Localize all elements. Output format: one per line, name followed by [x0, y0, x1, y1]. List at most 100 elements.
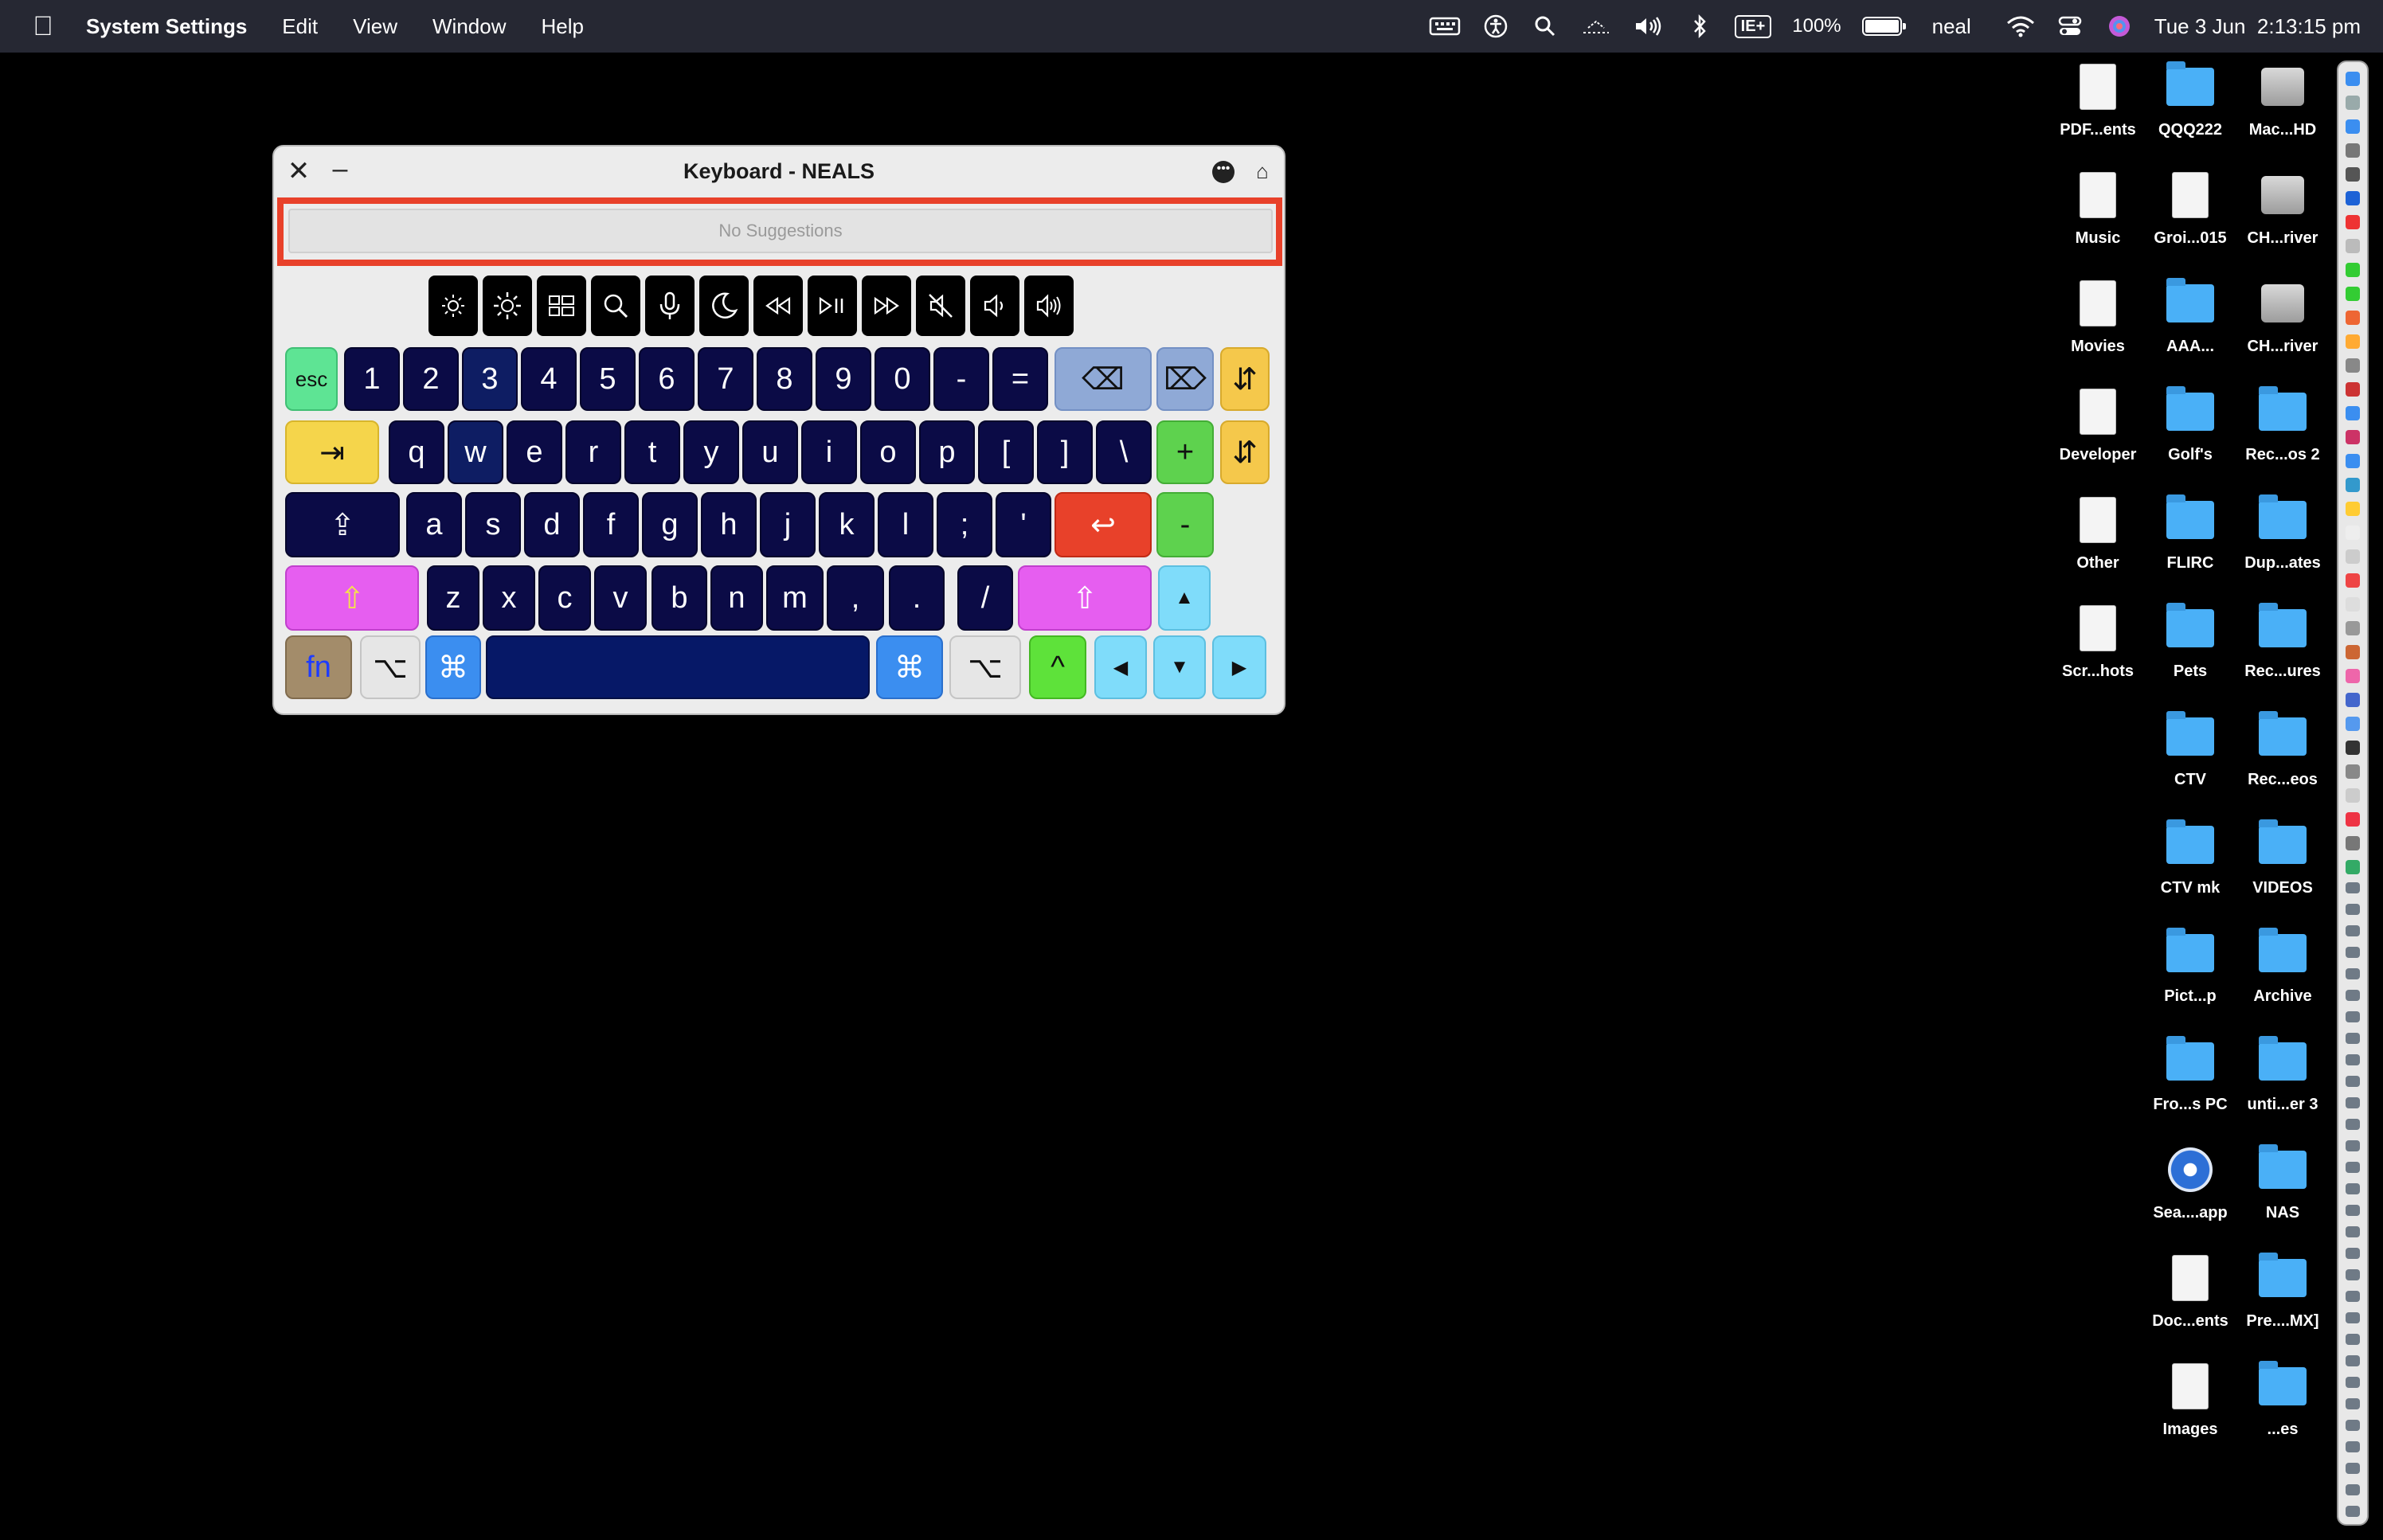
key-arrow-right[interactable]: ▶	[1212, 635, 1266, 699]
volume-up-icon[interactable]	[1024, 276, 1074, 336]
desktop-icon[interactable]: Dup...ates	[2235, 494, 2330, 573]
desktop-icon[interactable]: Other	[2050, 497, 2146, 573]
key-right-shift[interactable]: ⇧	[1018, 565, 1152, 631]
dock-item-icon[interactable]	[2346, 1054, 2360, 1065]
key-fn[interactable]: fn	[285, 635, 352, 699]
key-4[interactable]: 4	[521, 347, 577, 411]
key-space[interactable]	[486, 635, 870, 699]
mute-icon[interactable]	[916, 276, 965, 336]
key-minus[interactable]: -	[933, 347, 989, 411]
desktop-icon[interactable]: Golf's	[2142, 386, 2238, 464]
dock-item-icon[interactable]	[2346, 1377, 2360, 1388]
key-drag-handle-1[interactable]: ⇵	[1220, 347, 1270, 411]
control-center-icon[interactable]	[2056, 12, 2084, 41]
dock-app-icon[interactable]	[2346, 788, 2360, 803]
dock-app-icon[interactable]	[2346, 358, 2360, 373]
key-control[interactable]: ^	[1029, 635, 1086, 699]
desktop-icon[interactable]: CH...river	[2235, 280, 2330, 356]
desktop-icon[interactable]: CH...river	[2235, 172, 2330, 248]
key-i[interactable]: i	[801, 420, 857, 484]
key-period[interactable]: .	[889, 565, 945, 631]
dock-item-icon[interactable]	[2346, 1248, 2360, 1259]
dock-item-icon[interactable]	[2346, 1420, 2360, 1431]
dock-app-icon[interactable]	[2346, 287, 2360, 301]
key-e[interactable]: e	[507, 420, 562, 484]
dock-app-icon[interactable]	[2346, 311, 2360, 325]
dock-app-icon[interactable]	[2346, 191, 2360, 205]
dock-app-icon[interactable]	[2346, 167, 2360, 182]
bluetooth-icon[interactable]	[1685, 12, 1714, 41]
key-esc[interactable]: esc	[285, 347, 338, 411]
dock-app-icon[interactable]	[2346, 693, 2360, 707]
key-y[interactable]: y	[683, 420, 739, 484]
dock-app-icon[interactable]	[2346, 119, 2360, 134]
desktop-icon[interactable]: Mac...HD	[2235, 64, 2330, 139]
more-options-icon[interactable]: •••	[1212, 161, 1235, 183]
key-p[interactable]: p	[919, 420, 975, 484]
input-source-icon[interactable]: IE+	[1734, 12, 1772, 41]
key-comma[interactable]: ,	[827, 565, 884, 631]
desktop-icon[interactable]: Movies	[2050, 280, 2146, 356]
desktop-icon[interactable]: Pre....MX]	[2235, 1253, 2330, 1331]
key-q[interactable]: q	[389, 420, 444, 484]
dock-item-icon[interactable]	[2346, 1162, 2360, 1173]
key-d[interactable]: d	[524, 492, 580, 557]
desktop-icon[interactable]: Pets	[2142, 603, 2238, 681]
key-j[interactable]: j	[760, 492, 816, 557]
microphone-icon[interactable]	[645, 276, 695, 336]
key-s[interactable]: s	[465, 492, 521, 557]
moon-icon[interactable]	[699, 276, 749, 336]
key-right-option[interactable]: ⌥	[949, 635, 1021, 699]
dock-app-icon[interactable]	[2346, 526, 2360, 540]
dock-item-icon[interactable]	[2346, 1291, 2360, 1302]
dock-app-icon[interactable]	[2346, 549, 2360, 564]
key-caps-lock[interactable]: ⇪	[285, 492, 400, 557]
dock-app-icon[interactable]	[2346, 382, 2360, 397]
key-arrow-left[interactable]: ◀	[1094, 635, 1147, 699]
key-c[interactable]: c	[538, 565, 591, 631]
search-icon[interactable]	[591, 276, 640, 336]
key-h[interactable]: h	[701, 492, 757, 557]
desktop-icon[interactable]: Scr...hots	[2050, 605, 2146, 681]
accessibility-icon[interactable]	[1481, 12, 1510, 41]
key-w[interactable]: w	[448, 420, 503, 484]
dock-item-icon[interactable]	[2346, 904, 2360, 915]
menu-view[interactable]: View	[335, 14, 415, 39]
dock-app-icon[interactable]	[2346, 764, 2360, 779]
volume-down-icon[interactable]	[970, 276, 1019, 336]
siri-icon[interactable]	[2105, 12, 2134, 41]
mission-control-icon[interactable]	[537, 276, 586, 336]
home-icon[interactable]: ⌂	[1250, 159, 1274, 183]
desktop-icon[interactable]: Groi...015	[2142, 172, 2238, 248]
suggestions-bar[interactable]: No Suggestions	[288, 209, 1273, 253]
menu-help[interactable]: Help	[523, 14, 601, 39]
key-r[interactable]: r	[565, 420, 621, 484]
key-k[interactable]: k	[819, 492, 875, 557]
desktop-icon[interactable]: Sea....app	[2142, 1147, 2238, 1222]
desktop-icon[interactable]: PDF...ents	[2050, 64, 2146, 139]
play-pause-icon[interactable]	[808, 276, 857, 336]
apple-menu-icon[interactable]: 	[0, 11, 86, 42]
desktop-icon[interactable]: ...es	[2235, 1361, 2330, 1439]
dock-app-icon[interactable]	[2346, 72, 2360, 86]
dock-app-icon[interactable]	[2346, 454, 2360, 468]
dock-app-icon[interactable]	[2346, 669, 2360, 683]
key-slash[interactable]: /	[957, 565, 1013, 631]
dock-app-icon[interactable]	[2346, 597, 2360, 612]
desktop-icon[interactable]: QQQ222	[2142, 61, 2238, 139]
key-7[interactable]: 7	[698, 347, 753, 411]
menu-edit[interactable]: Edit	[264, 14, 335, 39]
key-9[interactable]: 9	[816, 347, 871, 411]
key-g[interactable]: g	[642, 492, 698, 557]
key-tab[interactable]: ⇥	[285, 420, 379, 484]
dock-item-icon[interactable]	[2346, 1355, 2360, 1366]
dock-app-icon[interactable]	[2346, 239, 2360, 253]
key-o[interactable]: o	[860, 420, 916, 484]
user-name[interactable]: neal	[1932, 12, 1971, 41]
desktop-icon[interactable]: Archive	[2235, 928, 2330, 1006]
dock-item-icon[interactable]	[2346, 1119, 2360, 1130]
dock-item-icon[interactable]	[2346, 968, 2360, 979]
key-right-bracket[interactable]: ]	[1037, 420, 1093, 484]
dock-item-icon[interactable]	[2346, 882, 2360, 893]
desktop-icon[interactable]: Rec...ures	[2235, 603, 2330, 681]
